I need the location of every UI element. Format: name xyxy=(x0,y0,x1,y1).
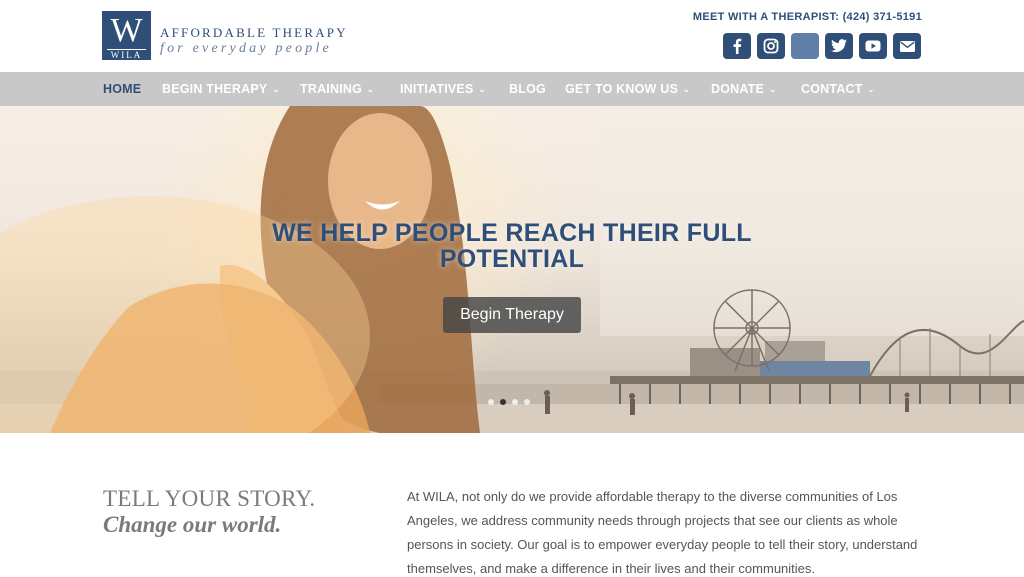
story-heading: TELL YOUR STORY. xyxy=(103,486,316,511)
youtube-icon[interactable] xyxy=(859,33,887,59)
nav-label: GET TO KNOW US xyxy=(565,82,678,96)
nav-label: HOME xyxy=(103,82,142,96)
logo-letter: W xyxy=(110,12,143,49)
nav-label: CONTACT xyxy=(801,82,863,96)
nav-label: BEGIN THERAPY xyxy=(162,82,268,96)
hero-title: WE HELP PEOPLE REACH THEIR FULL POTENTIA… xyxy=(272,219,752,273)
story-body: At WILA, not only do we provide affordab… xyxy=(407,489,918,576)
nav-item-blog[interactable]: BLOG xyxy=(509,72,546,106)
logo-mark[interactable]: W WILA xyxy=(102,11,151,60)
meet-therapist-phone[interactable]: MEET WITH A THERAPIST: (424) 371-5191 xyxy=(693,11,922,23)
nav-label: DONATE xyxy=(711,82,765,96)
chevron-down-icon: ⌄ xyxy=(867,85,875,94)
logo-sub: WILA xyxy=(107,49,146,60)
slider-dot[interactable] xyxy=(512,399,518,405)
slider-dots xyxy=(488,399,530,405)
email-icon[interactable] xyxy=(893,33,921,59)
nav-label: TRAINING xyxy=(300,82,363,96)
story-subheading: Change our world. xyxy=(103,512,282,537)
chevron-down-icon: ⌄ xyxy=(272,85,280,94)
nav-item-training[interactable]: TRAINING ⌄ xyxy=(300,72,374,106)
slider-dot-active[interactable] xyxy=(500,399,506,405)
instagram-icon[interactable] xyxy=(757,33,785,59)
hero-slider: WE HELP PEOPLE REACH THEIR FULL POTENTIA… xyxy=(0,106,1024,433)
nav-item-get-to-know-us[interactable]: GET TO KNOW US ⌄ xyxy=(565,72,690,106)
twitter-icon[interactable] xyxy=(825,33,853,59)
chevron-down-icon: ⌄ xyxy=(478,85,486,94)
logo-text[interactable]: AFFORDABLE THERAPY for everyday people xyxy=(160,26,348,57)
blank-icon[interactable] xyxy=(791,33,819,59)
nav-label: BLOG xyxy=(509,82,546,96)
slider-dot[interactable] xyxy=(524,399,530,405)
nav-item-contact[interactable]: CONTACT ⌄ xyxy=(801,72,874,106)
logo-tagline: for everyday people xyxy=(160,41,332,56)
begin-therapy-button[interactable]: Begin Therapy xyxy=(443,297,581,333)
nav-item-initiatives[interactable]: INITIATIVES ⌄ xyxy=(400,72,485,106)
site-header: W WILA AFFORDABLE THERAPY for everyday p… xyxy=(0,0,1024,72)
chevron-down-icon: ⌄ xyxy=(769,85,776,94)
nav-label: INITIATIVES xyxy=(400,82,474,96)
nav-item-home[interactable]: HOME xyxy=(103,72,141,106)
chevron-down-icon: ⌄ xyxy=(683,85,690,94)
facebook-icon[interactable] xyxy=(723,33,751,59)
chevron-down-icon: ⌄ xyxy=(367,85,374,94)
nav-item-begin-therapy[interactable]: BEGIN THERAPY ⌄ xyxy=(162,72,279,106)
social-links xyxy=(723,33,921,59)
logo-title: AFFORDABLE THERAPY xyxy=(160,25,348,40)
nav-item-donate[interactable]: DONATE ⌄ xyxy=(711,72,776,106)
main-nav: HOME BEGIN THERAPY ⌄ TRAINING ⌄ INITIATIVE… xyxy=(0,72,1024,106)
slider-dot[interactable] xyxy=(488,399,494,405)
